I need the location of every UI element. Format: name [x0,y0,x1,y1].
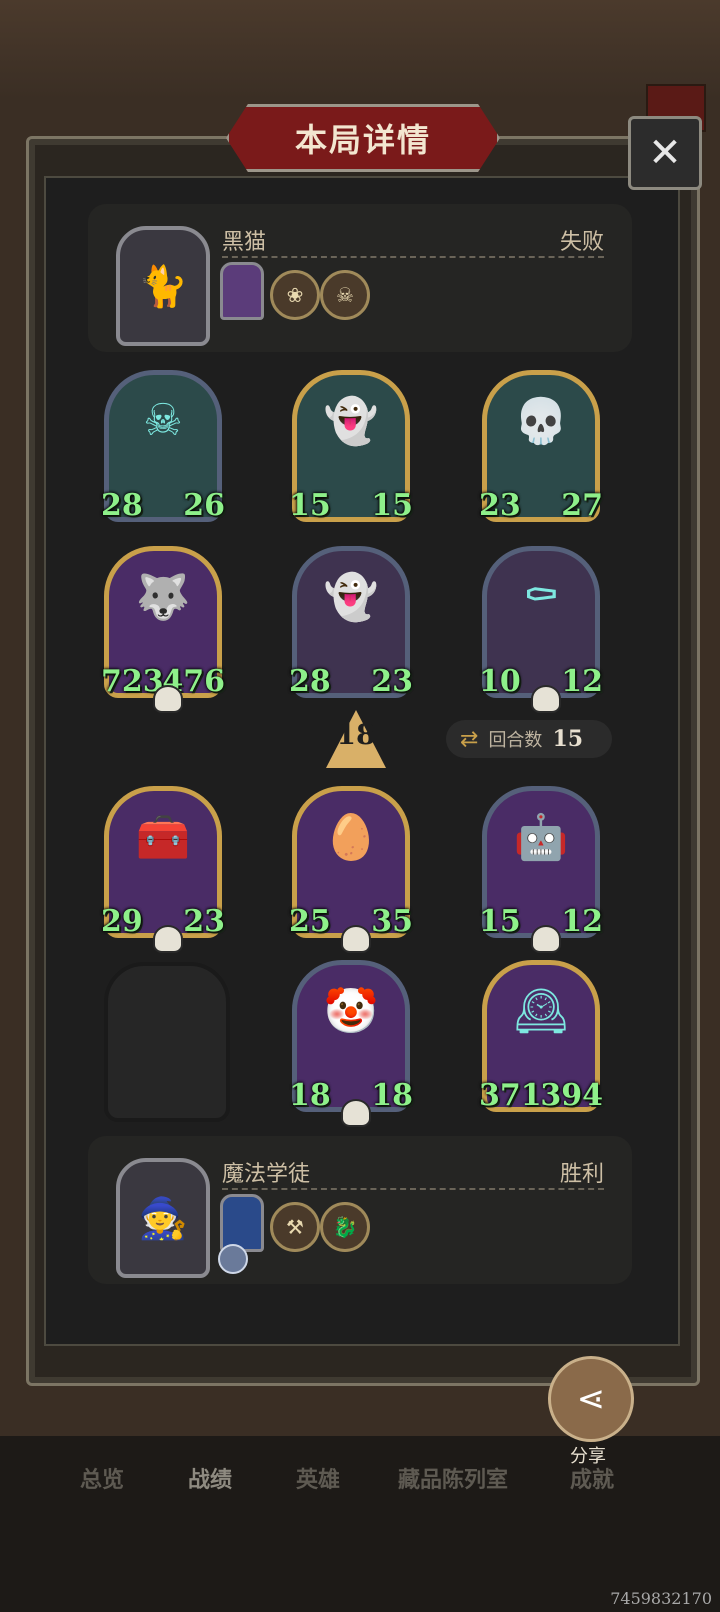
background-top [0,0,720,100]
health-value: 12 [561,904,603,939]
robot-icon: 🤖 [513,812,569,863]
attack-value: 29 [101,904,143,939]
self-player-row: 🧙 魔法学徒 胜利 ⚒ 🐉 [88,1136,632,1284]
trinket-icon[interactable]: ⚒ [270,1202,320,1252]
player-result: 胜利 [559,1162,604,1187]
nav-records[interactable]: 战绩 [188,1462,232,1494]
hero-power-card[interactable] [220,262,264,320]
tier-value: 18 [336,718,376,751]
divider [222,256,604,258]
player-name: 魔法学徒 [222,1162,311,1187]
share-icon: ⋖ [576,1379,606,1419]
minion-card[interactable]: 💀 23 27 [479,370,603,523]
skull-icon [531,685,561,713]
user-id: 7459832170 [610,1589,712,1608]
spirit-wolf-icon: 🐺 [135,572,191,623]
skull-icon [341,1099,371,1127]
coffin-icon: ⚰ [522,571,560,622]
health-value: 23 [183,904,225,939]
chest-icon: 🧰 [135,812,191,863]
attack-value: 15 [479,904,521,939]
health-value: 23 [371,664,413,699]
skull-icon [531,925,561,953]
nav-collection[interactable]: 藏品陈列室 [398,1462,508,1494]
minion-card[interactable]: 👻 28 23 [289,546,413,699]
page-title: 本局详情 [294,121,431,159]
turns-label: 回合数 [488,730,543,751]
skull-icon [153,925,183,953]
empty-card-slot [104,962,230,1122]
trinket-icon[interactable]: ☠ [320,270,370,320]
divider [222,1188,604,1190]
buff-icon [218,1244,248,1274]
attack-value: 18 [289,1078,331,1113]
clown-icon: 🤡 [323,986,379,1037]
minion-card[interactable]: 🤖 15 12 [479,786,603,953]
opponent-player-row: 🐈 黑猫 失败 ❀ ☠ [88,204,632,352]
health-value: 26 [183,488,225,523]
title-plate: 本局详情 [226,104,500,172]
minion-card[interactable]: 👻 15 15 [289,370,413,523]
player-result: 失败 [559,230,604,255]
health-value: 394 [540,1078,603,1113]
trinket-icon[interactable]: 🐉 [320,1202,370,1252]
attack-value: 25 [289,904,331,939]
attack-value: 28 [289,664,331,699]
clock-icon: 🕰 [513,986,569,1037]
attack-value: 15 [289,488,331,523]
skull-icon [153,685,183,713]
repeat-icon: ⇄ [460,726,479,752]
minion-card[interactable]: ⚰ 10 12 [479,546,603,713]
player-name: 黑猫 [222,230,267,255]
lich-icon: 💀 [513,396,569,447]
trinket-icon[interactable]: ❀ [270,270,320,320]
health-value: 12 [561,664,603,699]
egg-icon: 🥚 [323,812,379,863]
close-button[interactable]: ✕ [628,116,702,190]
ghost-icon: 👻 [323,396,379,447]
minion-card[interactable]: 🕰 371 394 [479,960,603,1113]
black-cat-icon[interactable]: 🐈 [116,226,210,346]
minion-card[interactable]: 🐺 723 476 [101,546,225,713]
ghoul-icon: 👻 [323,572,379,623]
apprentice-icon[interactable]: 🧙 [116,1158,210,1278]
minion-card[interactable]: ☠ 28 26 [101,370,225,523]
hero-power-card[interactable] [220,1194,264,1252]
attack-value: 10 [479,664,521,699]
nav-overview[interactable]: 总览 [80,1462,124,1494]
turns-value: 15 [552,726,584,752]
minion-card[interactable]: 🤡 18 18 [289,960,413,1127]
share-button[interactable]: ⋖ [548,1356,634,1442]
attack-value: 23 [479,488,521,523]
share-label: 分享 [570,1446,606,1467]
minion-card[interactable]: 🥚 25 35 [289,786,413,953]
attack-value: 28 [101,488,143,523]
attack-value: 371 [479,1078,542,1113]
health-value: 18 [371,1078,413,1113]
reaper-icon: ☠ [143,395,183,446]
nav-heroes[interactable]: 英雄 [296,1462,340,1494]
health-value: 27 [561,488,603,523]
close-icon: ✕ [648,130,682,176]
turns-badge: ⇄ 回合数 15 [446,720,612,758]
skull-icon [341,925,371,953]
health-value: 35 [371,904,413,939]
minion-card[interactable]: 🧰 29 23 [101,786,225,953]
health-value: 15 [371,488,413,523]
